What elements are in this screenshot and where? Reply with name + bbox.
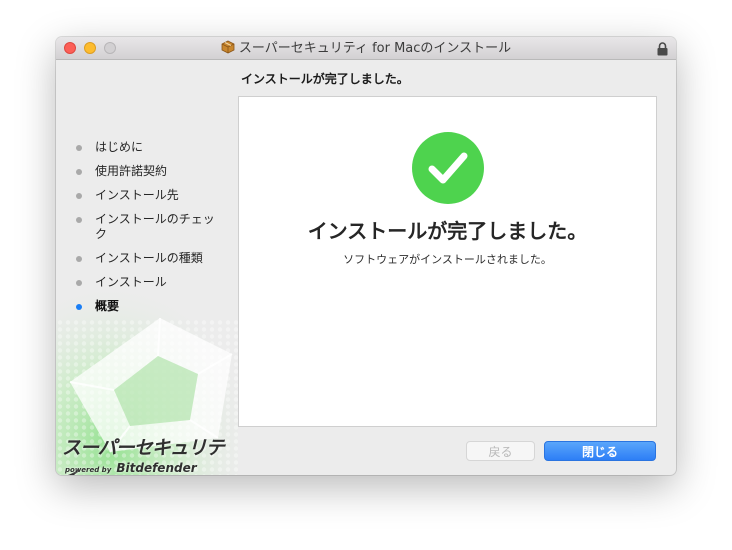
title-bar[interactable]: スーパーセキュリティ for Macのインストール xyxy=(56,37,676,60)
step-dot xyxy=(76,256,82,262)
package-icon xyxy=(221,40,235,59)
installer-steps: はじめに 使用許諾契約 インストール先 インストールのチェック インストールの種… xyxy=(74,140,224,323)
sidebar: はじめに 使用許諾契約 インストール先 インストールのチェック インストールの種… xyxy=(56,60,238,475)
step-install-check: インストールのチェック xyxy=(74,212,224,242)
step-label: インストールのチェック xyxy=(95,212,215,241)
back-button[interactable]: 戻る xyxy=(466,441,535,461)
step-dot xyxy=(76,217,82,223)
step-dot-active xyxy=(76,304,82,310)
check-circle-icon xyxy=(412,132,484,204)
step-dot xyxy=(76,280,82,286)
step-introduction: はじめに xyxy=(74,140,224,155)
step-label: インストールの種類 xyxy=(95,251,203,265)
step-label: インストール xyxy=(95,275,167,289)
completion-title: インストールが完了しました。 xyxy=(307,219,588,243)
window-title: スーパーセキュリティ for Macのインストール xyxy=(238,41,512,56)
step-install-type: インストールの種類 xyxy=(74,251,224,266)
step-destination: インストール先 xyxy=(74,188,224,203)
step-dot xyxy=(76,169,82,175)
step-label: インストール先 xyxy=(95,188,179,202)
step-label: 使用許諾契約 xyxy=(95,164,168,178)
installer-window: スーパーセキュリティ for Macのインストール インストールが完了しました。 xyxy=(56,37,676,475)
vendor-name: Bitdefender xyxy=(116,461,197,475)
lock-icon xyxy=(657,41,668,60)
completion-subtitle: ソフトウェアがインストールされました。 xyxy=(343,253,552,266)
vendor-logo: powered by Bitdefender xyxy=(65,457,197,475)
step-dot xyxy=(76,145,82,151)
window-title-wrap: スーパーセキュリティ for Macのインストール xyxy=(56,40,676,59)
step-install: インストール xyxy=(74,275,224,290)
page-header: インストールが完了しました。 xyxy=(241,72,409,86)
step-dot xyxy=(76,193,82,199)
close-button[interactable]: 閉じる xyxy=(544,441,656,461)
content-panel: インストールが完了しました。 ソフトウェアがインストールされました。 xyxy=(238,96,657,427)
step-label: 概要 xyxy=(95,299,120,313)
step-label: はじめに xyxy=(95,140,144,154)
powered-by-text: powered by xyxy=(65,466,112,474)
step-license: 使用許諾契約 xyxy=(74,164,224,179)
step-summary: 概要 xyxy=(74,299,224,314)
